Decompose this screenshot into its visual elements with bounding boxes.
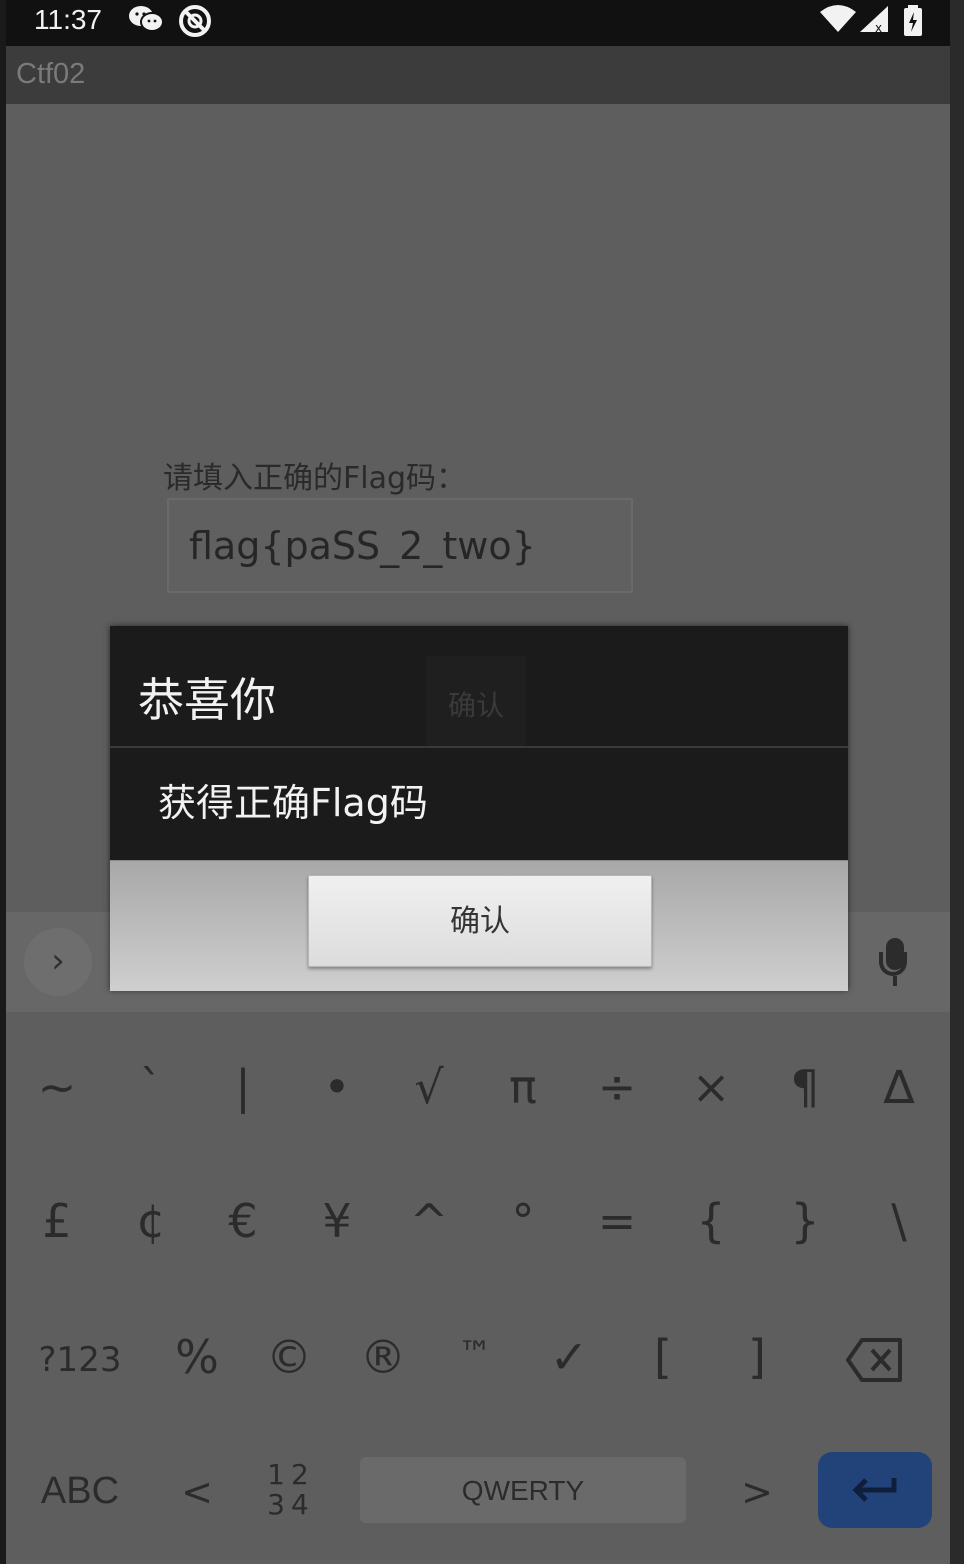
- key-bracket-open[interactable]: [: [618, 1330, 708, 1384]
- enter-key[interactable]: [818, 1452, 932, 1528]
- key-trademark[interactable]: ™: [430, 1334, 520, 1374]
- key-greater-than[interactable]: >: [712, 1470, 802, 1514]
- key-pi[interactable]: π: [478, 1060, 568, 1114]
- key-equals[interactable]: =: [572, 1194, 662, 1248]
- battery-icon: [902, 4, 924, 46]
- screen-edge: [950, 0, 964, 1564]
- signal-icon: x: [858, 4, 890, 42]
- backspace-icon[interactable]: [846, 1338, 902, 1382]
- action-bar: Ctf02: [6, 46, 950, 104]
- key-sqrt[interactable]: √: [384, 1060, 474, 1114]
- background-confirm-button: 确认: [426, 656, 526, 748]
- key-pound[interactable]: £: [12, 1194, 102, 1248]
- numpad-top-label: 12: [267, 1458, 315, 1491]
- key-copyright[interactable]: ©: [244, 1330, 334, 1384]
- chevron-right-icon[interactable]: ›: [24, 928, 92, 996]
- key-bullet[interactable]: •: [292, 1060, 382, 1114]
- key-symbols-toggle[interactable]: ?123: [32, 1340, 128, 1380]
- status-bar: 11:37 x: [6, 0, 950, 46]
- dialog-title: 恭喜你: [138, 673, 276, 727]
- key-yen[interactable]: ¥: [292, 1194, 382, 1248]
- key-pilcrow[interactable]: ¶: [760, 1060, 850, 1114]
- key-caret[interactable]: ^: [384, 1194, 474, 1248]
- wifi-icon: [818, 4, 858, 42]
- key-cent[interactable]: ¢: [106, 1194, 196, 1248]
- key-degree[interactable]: °: [478, 1194, 568, 1248]
- key-backtick[interactable]: `: [106, 1060, 196, 1114]
- dialog-message-area: 获得正确Flag码: [110, 748, 848, 860]
- phone-screen: 11:37 x Ctf02 请填入正确的Flag码： flag{paSS_2_t…: [6, 0, 950, 1564]
- key-registered[interactable]: ®: [338, 1330, 428, 1384]
- numpad-bottom-label: 34: [267, 1488, 315, 1521]
- space-key[interactable]: QWERTY: [360, 1457, 686, 1523]
- key-numpad-toggle[interactable]: 12 34: [246, 1460, 336, 1520]
- key-bracket-close[interactable]: ]: [712, 1330, 802, 1384]
- dialog-title-area: 确认 恭喜你: [110, 626, 848, 748]
- status-time: 11:37: [34, 4, 102, 35]
- key-brace-close[interactable]: }: [760, 1194, 850, 1248]
- confirm-button[interactable]: 确认: [308, 875, 652, 967]
- key-tilde[interactable]: ~: [12, 1060, 102, 1114]
- svg-text:x: x: [875, 21, 882, 34]
- flag-prompt-label: 请填入正确的Flag码：: [163, 461, 467, 496]
- key-percent[interactable]: %: [152, 1330, 242, 1384]
- key-euro[interactable]: €: [198, 1194, 288, 1248]
- key-check[interactable]: ✓: [524, 1330, 614, 1384]
- microphone-icon[interactable]: [878, 938, 914, 990]
- wechat-icon: [128, 4, 164, 42]
- dnd-icon: [178, 4, 212, 46]
- key-multiply[interactable]: ×: [666, 1060, 756, 1114]
- key-less-than[interactable]: <: [152, 1470, 242, 1514]
- congrats-dialog: 确认 恭喜你 获得正确Flag码 确认: [110, 626, 848, 991]
- dialog-button-bar: 确认: [110, 860, 848, 991]
- dialog-message: 获得正确Flag码: [158, 781, 428, 825]
- key-divide[interactable]: ÷: [572, 1060, 662, 1114]
- key-delta[interactable]: ∆: [854, 1060, 944, 1114]
- app-title: Ctf02: [16, 58, 86, 90]
- key-pipe[interactable]: |: [198, 1060, 288, 1114]
- key-abc[interactable]: ABC: [32, 1470, 128, 1513]
- key-brace-open[interactable]: {: [666, 1194, 756, 1248]
- key-backslash[interactable]: \: [854, 1194, 944, 1248]
- enter-icon: [852, 1478, 897, 1502]
- flag-input[interactable]: flag{paSS_2_two}: [167, 498, 633, 593]
